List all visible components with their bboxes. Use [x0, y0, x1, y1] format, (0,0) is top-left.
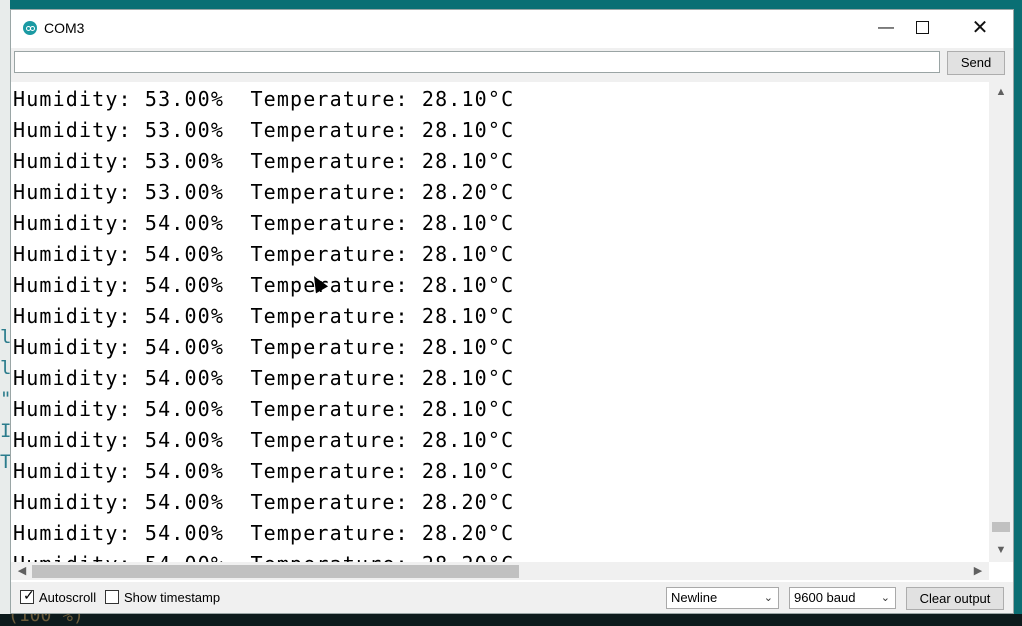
background-code-glyph: " — [0, 388, 10, 410]
minimize-icon: — — [878, 19, 894, 36]
status-bar: ✓ Autoscroll Show timestamp Newline ⌄ 96… — [11, 582, 1013, 613]
background-code-glyph: l — [0, 326, 10, 348]
horizontal-scroll-thumb[interactable] — [32, 565, 519, 578]
output-line: Humidity: 54.00% Temperature: 28.10°C — [13, 428, 515, 452]
close-button[interactable]: ✕ — [957, 10, 1003, 46]
scroll-up-icon[interactable]: ▲ — [989, 82, 1013, 102]
checkmark-icon: ✓ — [23, 587, 35, 603]
output-line: Humidity: 54.00% Temperature: 28.10°C — [13, 366, 515, 390]
output-line: Humidity: 54.00% Temperature: 28.10°C — [13, 273, 515, 297]
output-line: Humidity: 53.00% Temperature: 28.10°C — [13, 118, 515, 142]
output-line: Humidity: 54.00% Temperature: 28.10°C — [13, 211, 515, 235]
serial-output[interactable]: Humidity: 53.00% Temperature: 28.10°C Hu… — [11, 82, 989, 562]
line-ending-select[interactable]: Newline ⌄ — [666, 587, 779, 609]
scroll-left-icon[interactable]: ◀ — [13, 562, 31, 580]
background-code-glyph: I — [0, 420, 10, 442]
arduino-icon — [23, 21, 37, 35]
output-line: Humidity: 53.00% Temperature: 28.10°C — [13, 149, 515, 173]
background-code-glyph: T — [0, 451, 10, 473]
title-bar: COM3 — ✕ — [11, 10, 1013, 48]
autoscroll-checkbox[interactable]: ✓ — [20, 587, 35, 604]
chevron-down-icon: ⌄ — [880, 592, 890, 604]
desktop-background — [0, 0, 1022, 9]
background-editor-strip — [0, 0, 10, 626]
output-line: Humidity: 54.00% Temperature: 28.10°C — [13, 459, 515, 483]
maximize-button[interactable] — [899, 10, 945, 46]
vertical-scrollbar[interactable]: ▲ ▼ — [989, 82, 1013, 562]
show-timestamp-checkbox[interactable] — [105, 590, 119, 604]
output-line: Humidity: 54.00% Temperature: 28.20°C — [13, 521, 515, 545]
window-title: COM3 — [44, 20, 85, 36]
serial-input[interactable] — [14, 51, 940, 73]
maximize-icon — [915, 21, 929, 35]
baud-rate-select[interactable]: 9600 baud ⌄ — [789, 587, 896, 609]
vertical-scroll-thumb[interactable] — [992, 522, 1010, 532]
chevron-down-icon: ⌄ — [763, 592, 773, 604]
horizontal-scrollbar[interactable]: ◀ ▶ — [11, 562, 989, 580]
show-timestamp-label: Show timestamp — [124, 590, 221, 605]
close-icon: ✕ — [971, 17, 989, 39]
output-line: Humidity: 54.00% Temperature: 28.20°C — [13, 549, 514, 562]
line-ending-value: Newline — [671, 590, 718, 605]
serial-monitor-window: COM3 — ✕ Send Humidity: 53.00% Temperatu… — [10, 9, 1014, 614]
background-console-text: (100 %) — [8, 614, 84, 626]
output-line: Humidity: 54.00% Temperature: 28.10°C — [13, 397, 515, 421]
scroll-down-icon[interactable]: ▼ — [989, 540, 1013, 560]
output-line: Humidity: 54.00% Temperature: 28.10°C — [13, 304, 515, 328]
autoscroll-label: Autoscroll — [39, 590, 97, 605]
scroll-right-icon[interactable]: ▶ — [969, 562, 987, 580]
send-button[interactable]: Send — [947, 51, 1005, 75]
output-line: Humidity: 54.00% Temperature: 28.10°C — [13, 242, 515, 266]
output-line: Humidity: 54.00% Temperature: 28.10°C — [13, 335, 515, 359]
send-toolbar: Send — [11, 48, 1013, 82]
background-console: (100 %) — [0, 614, 1022, 626]
baud-rate-value: 9600 baud — [794, 590, 856, 605]
clear-output-button[interactable]: Clear output — [906, 587, 1004, 610]
output-line: Humidity: 53.00% Temperature: 28.20°C — [13, 180, 515, 204]
output-line: Humidity: 54.00% Temperature: 28.20°C — [13, 490, 515, 514]
background-code-glyph: l — [0, 357, 10, 379]
output-line: Humidity: 53.00% Temperature: 28.10°C — [13, 87, 515, 111]
